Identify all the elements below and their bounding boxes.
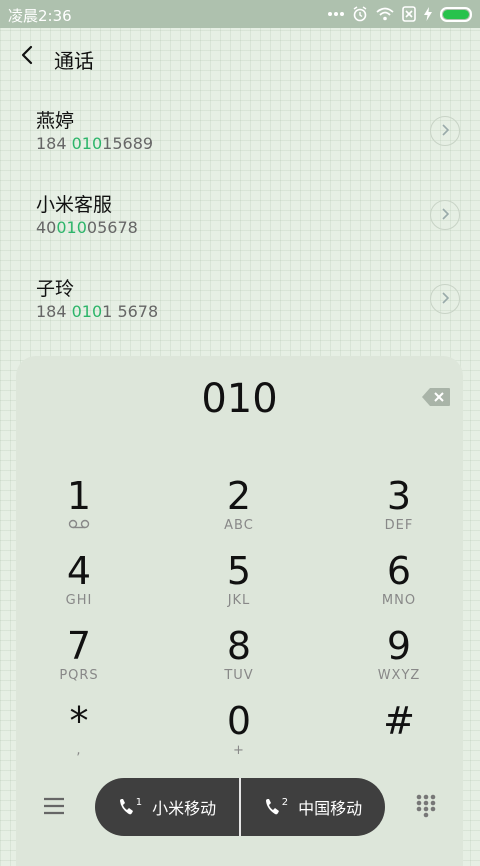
key-star[interactable]: * , bbox=[24, 699, 134, 769]
contact-row[interactable]: 小米客服 4001005678 bbox=[0, 176, 480, 260]
key-6[interactable]: 6 MNO bbox=[344, 549, 454, 619]
call-sim1-button[interactable]: 1 小米移动 bbox=[95, 778, 239, 836]
key-0[interactable]: 0 + bbox=[184, 699, 294, 769]
key-2[interactable]: 2 ABC bbox=[184, 474, 294, 544]
contact-results: 燕婷 184 01015689 小米客服 4001005678 子玲 184 0… bbox=[0, 92, 480, 344]
contact-name: 小米客服 bbox=[36, 194, 113, 216]
contact-detail-button[interactable] bbox=[430, 116, 460, 146]
chevron-right-icon bbox=[440, 290, 450, 309]
sim1-label: 小米移动 bbox=[152, 799, 217, 818]
key-3[interactable]: 3 DEF bbox=[344, 474, 454, 544]
app-header: 通话 bbox=[0, 28, 480, 88]
match-highlight: 010 bbox=[71, 302, 103, 321]
chevron-right-icon bbox=[440, 206, 450, 225]
call-buttons: 1 小米移动 2 中国移动 bbox=[95, 778, 385, 836]
key-4[interactable]: 4 GHI bbox=[24, 549, 134, 619]
match-highlight: 010 bbox=[56, 218, 87, 237]
contact-name: 子玲 bbox=[36, 278, 75, 300]
backspace-icon bbox=[421, 387, 451, 411]
contact-detail-button[interactable] bbox=[430, 200, 460, 230]
battery-fill bbox=[443, 9, 469, 19]
status-bar: 凌晨2:36 bbox=[0, 0, 480, 28]
keypad-toggle-button[interactable] bbox=[412, 794, 440, 822]
wifi-icon bbox=[376, 4, 394, 24]
backspace-button[interactable] bbox=[420, 388, 452, 410]
contact-number: 184 01015689 bbox=[36, 134, 154, 153]
voicemail-icon bbox=[24, 518, 134, 534]
key-5[interactable]: 5 JKL bbox=[184, 549, 294, 619]
contact-number: 4001005678 bbox=[36, 218, 138, 237]
dialpad-panel: 010 1 2 ABC 3 DEF 4 GHI 5 JKL 6 MNO 7 PQ… bbox=[16, 356, 463, 866]
page-title: 通话 bbox=[54, 49, 94, 73]
key-1[interactable]: 1 bbox=[24, 474, 134, 544]
contact-name: 燕婷 bbox=[36, 110, 75, 132]
chevron-right-icon bbox=[440, 122, 450, 141]
alarm-icon bbox=[352, 4, 368, 24]
battery-icon bbox=[440, 4, 472, 24]
key-7[interactable]: 7 PQRS bbox=[24, 624, 134, 694]
contact-number: 184 0101 5678 bbox=[36, 302, 159, 321]
charging-icon bbox=[424, 4, 432, 24]
dialed-number[interactable]: 010 bbox=[16, 376, 463, 422]
back-button[interactable] bbox=[14, 42, 40, 72]
key-8[interactable]: 8 TUV bbox=[184, 624, 294, 694]
status-icons bbox=[328, 4, 472, 24]
sim-blocked-icon bbox=[402, 4, 416, 24]
more-dots-icon bbox=[328, 4, 344, 24]
phone-sim2-icon: 2 bbox=[264, 797, 288, 817]
phone-sim1-icon: 1 bbox=[118, 797, 142, 817]
contact-row[interactable]: 子玲 184 0101 5678 bbox=[0, 260, 480, 344]
call-bar: 1 小米移动 2 中国移动 bbox=[16, 778, 463, 838]
back-arrow-icon bbox=[20, 45, 34, 69]
menu-button[interactable] bbox=[42, 796, 66, 820]
status-time: 凌晨2:36 bbox=[8, 7, 72, 25]
keypad-grid-icon bbox=[415, 793, 437, 823]
key-9[interactable]: 9 WXYZ bbox=[344, 624, 454, 694]
key-hash[interactable]: # bbox=[344, 699, 454, 769]
call-sim2-button[interactable]: 2 中国移动 bbox=[241, 778, 385, 836]
hamburger-menu-icon bbox=[43, 797, 65, 819]
contact-row[interactable]: 燕婷 184 01015689 bbox=[0, 92, 480, 176]
sim2-label: 中国移动 bbox=[298, 799, 363, 818]
contact-detail-button[interactable] bbox=[430, 284, 460, 314]
match-highlight: 010 bbox=[71, 134, 103, 153]
